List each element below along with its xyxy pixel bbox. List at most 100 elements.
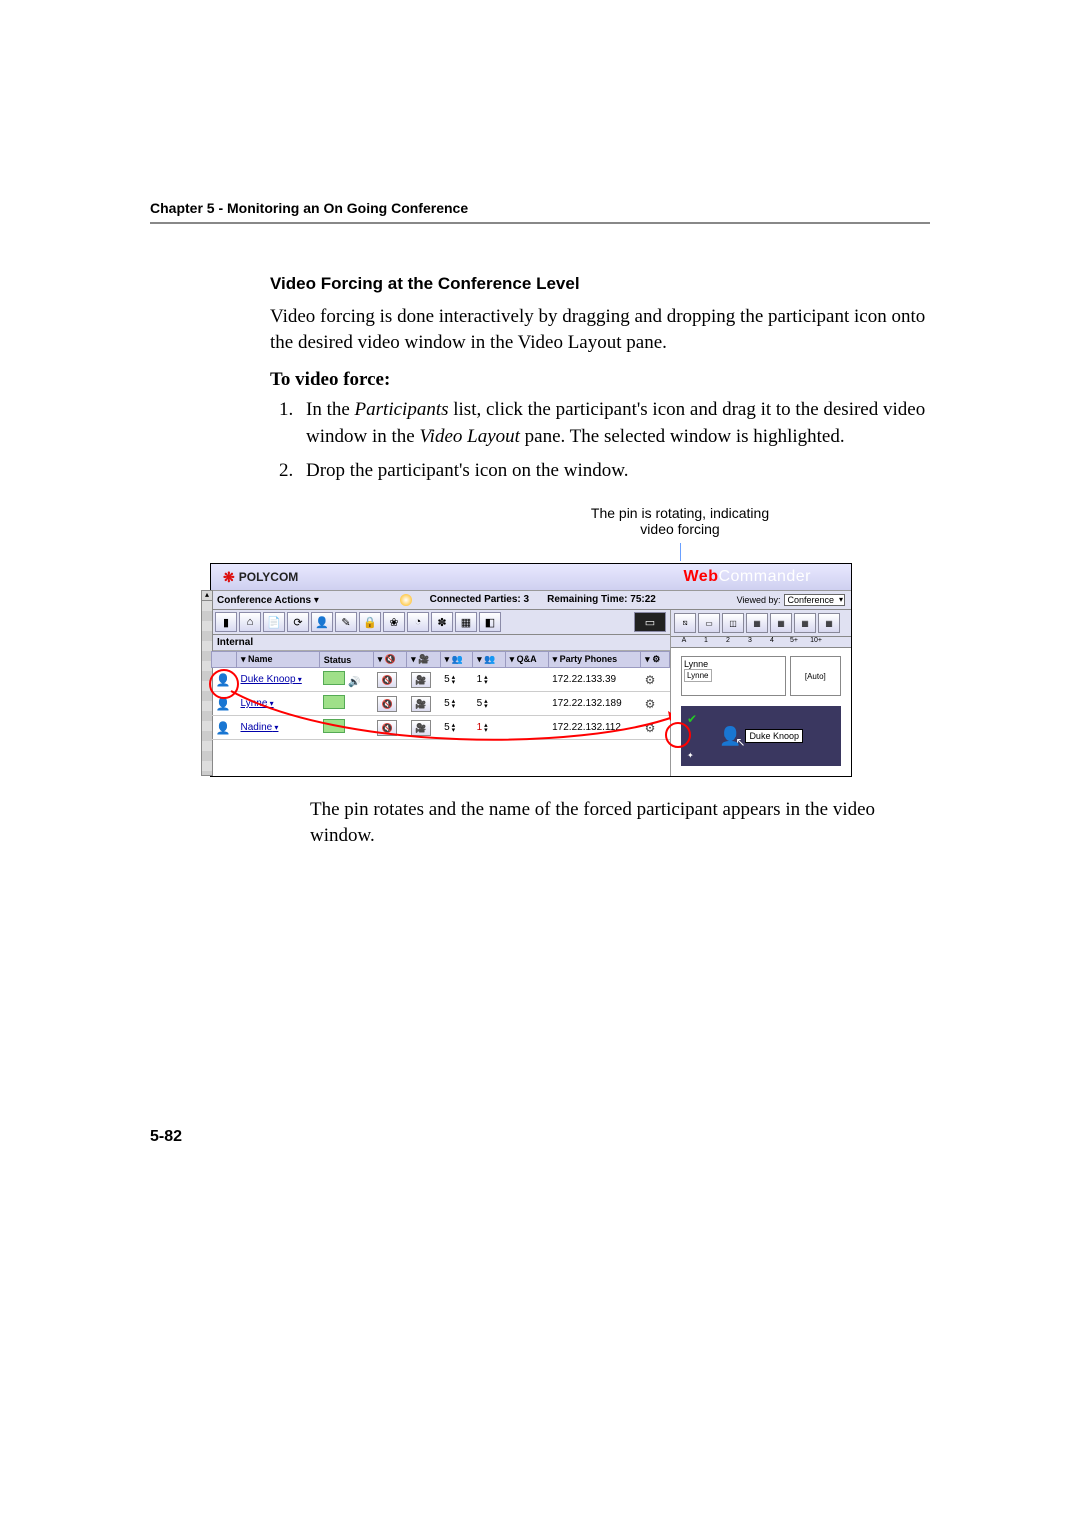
mute-toggle[interactable]: 🔇	[377, 672, 397, 688]
participant-name[interactable]: Nadine	[241, 722, 279, 733]
figure-callout: The pin is rotating, indicating video fo…	[590, 505, 770, 537]
tool-btn-12[interactable]: ◧	[479, 612, 501, 632]
layout-option-4[interactable]: ▦	[770, 613, 792, 633]
table-header: ▾ Name Status ▾ 🔇 ▾ 🎥 ▾ 👥 ▾ 👥 ▾ Q&A ▾ Pa…	[212, 652, 670, 668]
gear-icon[interactable]: ⚙	[645, 697, 656, 711]
camera-toggle[interactable]: 🎥	[411, 672, 431, 688]
app-brand: WebCommander	[683, 568, 851, 586]
section-title: Video Forcing at the Conference Level	[270, 274, 930, 294]
annotation-circle-pin	[665, 722, 691, 748]
num-b[interactable]: 1▴▾	[477, 722, 488, 733]
webcommander-screenshot: ▴ ❋ POLYCOM WebCommander Conference Acti…	[210, 563, 852, 777]
col-gear[interactable]: ▾ ⚙	[641, 652, 670, 668]
col-status[interactable]: Status	[319, 652, 373, 668]
layout-slot-2[interactable]: [Auto]	[790, 656, 841, 696]
status-chip	[323, 671, 345, 685]
num-a[interactable]: 5▴▾	[444, 722, 455, 733]
col-phones[interactable]: ▾ Party Phones	[548, 652, 641, 668]
col-camera[interactable]: ▾ 🎥	[407, 652, 440, 668]
layout-selector-row: ⧅ ▭ ◫ ▦ ▦ ▦ ▦	[671, 610, 851, 637]
layout-option-1[interactable]: ▭	[698, 613, 720, 633]
mute-toggle[interactable]: 🔇	[377, 720, 397, 736]
polycom-logo: ❋ POLYCOM	[211, 569, 298, 586]
participant-icon[interactable]: 👤	[216, 721, 231, 735]
speaker-icon: 🔊	[348, 677, 360, 688]
layout-slot-1[interactable]: Lynne Lynne	[681, 656, 786, 696]
left-toolbar: ▮ ⌂ 📄 ⟳ 👤 ✎ 🔒 ❀ ◔ ✽ ▦ ◧ ▭	[211, 610, 670, 635]
conference-actions-menu[interactable]: Conference Actions ▾	[217, 595, 319, 606]
cursor-icon: ↖	[735, 735, 745, 749]
tool-btn-8[interactable]: ❀	[383, 612, 405, 632]
mute-toggle[interactable]: 🔇	[377, 696, 397, 712]
pin-icon: ✔	[687, 712, 697, 726]
tool-btn-layout[interactable]: ▭	[634, 612, 666, 632]
col-name[interactable]: ▾ Name	[237, 652, 320, 668]
camera-toggle[interactable]: 🎥	[411, 720, 431, 736]
logo-text: POLYCOM	[239, 570, 299, 584]
chevron-down-icon: ▾	[314, 595, 319, 606]
gear-icon[interactable]: ⚙	[645, 721, 656, 735]
phone-value: 172.22.133.39	[548, 668, 641, 692]
layout-preview: Lynne Lynne [Auto]	[681, 656, 841, 696]
camera-toggle[interactable]: 🎥	[411, 696, 431, 712]
participant-name[interactable]: Duke Knoop	[241, 674, 302, 685]
tool-btn-1[interactable]: ▮	[215, 612, 237, 632]
post-figure-text: The pin rotates and the name of the forc…	[310, 797, 930, 848]
drag-participant-icon: 👤↖	[719, 726, 741, 747]
remaining-time: Remaining Time: 75:22	[547, 594, 656, 606]
procedure-heading: To video force:	[270, 369, 930, 391]
slot-name: Lynne	[684, 659, 783, 669]
table-row[interactable]: 👤 Lynne 🔇 🎥 5▴▾ 5▴▾ 172.22.132.189 ⚙	[212, 692, 670, 716]
tool-btn-7[interactable]: 🔒	[359, 612, 381, 632]
page-number: 5-82	[150, 1128, 930, 1146]
phone-value: 172.22.132.112	[548, 716, 641, 740]
group-title: Internal	[211, 635, 670, 651]
drag-handle-icon: ✦	[687, 751, 694, 760]
col-a[interactable]: ▾ 👥	[440, 652, 473, 668]
procedure-list: In the Participants list, click the part…	[270, 397, 930, 485]
table-row[interactable]: 👤 Duke Knoop 🔊 🔇 🎥 5▴▾ 1▴▾ 172.22.133.39…	[212, 668, 670, 692]
connected-parties: Connected Parties: 3	[430, 594, 529, 606]
layout-option-2[interactable]: ◫	[722, 613, 744, 633]
layout-option-3[interactable]: ▦	[746, 613, 768, 633]
viewed-by-label: Viewed by:	[737, 595, 781, 605]
app-titlebar: ❋ POLYCOM WebCommander	[211, 564, 851, 591]
col-mute[interactable]: ▾ 🔇	[373, 652, 406, 668]
logo-icon: ❋	[223, 569, 235, 586]
num-b[interactable]: 5▴▾	[477, 698, 488, 709]
layout-option-10plus[interactable]: ▦	[818, 613, 840, 633]
tool-btn-9[interactable]: ◔	[407, 612, 429, 632]
drag-tooltip: Duke Knoop	[745, 729, 803, 743]
layout-drop-window[interactable]: ✔ ✦ 👤↖ Duke Knoop	[681, 706, 841, 766]
phone-value: 172.22.132.189	[548, 692, 641, 716]
participants-table: ▾ Name Status ▾ 🔇 ▾ 🎥 ▾ 👥 ▾ 👥 ▾ Q&A ▾ Pa…	[211, 651, 670, 740]
tool-btn-2[interactable]: ⌂	[239, 612, 261, 632]
slot-selected: Lynne	[684, 669, 712, 682]
layout-option-A[interactable]: ⧅	[674, 613, 696, 633]
status-chip	[323, 695, 345, 709]
chapter-header: Chapter 5 - Monitoring an On Going Confe…	[150, 200, 930, 216]
tool-btn-6[interactable]: ✎	[335, 612, 357, 632]
step-1: In the Participants list, click the part…	[298, 397, 930, 450]
tool-btn-11[interactable]: ▦	[455, 612, 477, 632]
step-2: Drop the participant's icon on the windo…	[298, 458, 930, 485]
tool-btn-5[interactable]: 👤	[311, 612, 333, 632]
callout-leader-line	[680, 543, 681, 561]
participant-name[interactable]: Lynne	[241, 698, 274, 709]
col-qa[interactable]: ▾ Q&A	[505, 652, 548, 668]
tool-btn-10[interactable]: ✽	[431, 612, 453, 632]
num-b[interactable]: 1▴▾	[477, 674, 488, 685]
table-row[interactable]: 👤 Nadine 🔇 🎥 5▴▾ 1▴▾ 172.22.132.112 ⚙	[212, 716, 670, 740]
num-a[interactable]: 5▴▾	[444, 698, 455, 709]
viewed-by-dropdown[interactable]: Conference	[784, 594, 845, 606]
num-a[interactable]: 5▴▾	[444, 674, 455, 685]
tool-btn-4[interactable]: ⟳	[287, 612, 309, 632]
col-b[interactable]: ▾ 👥	[473, 652, 506, 668]
layout-option-5plus[interactable]: ▦	[794, 613, 816, 633]
annotation-circle-icon	[209, 669, 239, 699]
status-orb-icon	[400, 594, 412, 606]
intro-paragraph: Video forcing is done interactively by d…	[270, 304, 930, 355]
tool-btn-3[interactable]: 📄	[263, 612, 285, 632]
info-bar: Conference Actions ▾ Connected Parties: …	[211, 591, 851, 610]
gear-icon[interactable]: ⚙	[645, 673, 656, 687]
